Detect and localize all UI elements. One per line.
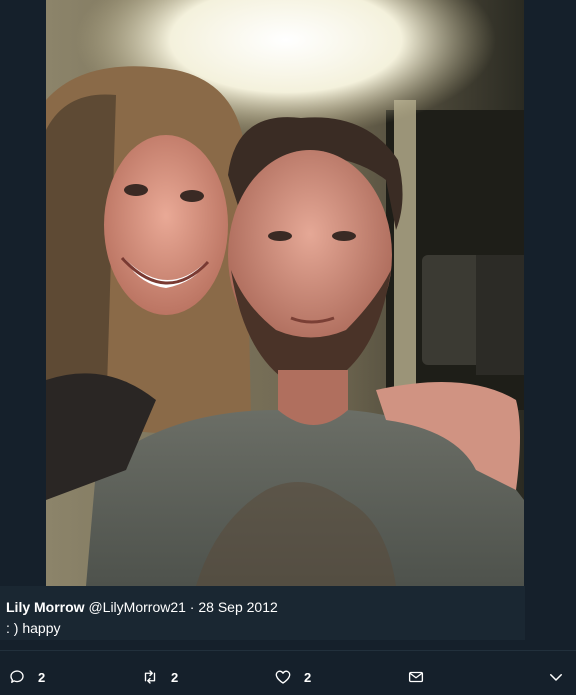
tweet-date[interactable]: 28 Sep 2012: [198, 599, 277, 615]
chevron-down-icon: [547, 668, 565, 686]
retweet-button[interactable]: 2: [141, 666, 178, 688]
envelope-icon: [407, 668, 425, 686]
share-button[interactable]: [407, 666, 425, 688]
like-count: 2: [304, 669, 312, 685]
meta-separator: ·: [185, 599, 199, 615]
tweet-photo[interactable]: [46, 0, 524, 586]
reply-button[interactable]: 2: [8, 666, 45, 688]
retweet-icon: [141, 668, 159, 686]
divider: [0, 650, 576, 651]
reply-count: 2: [38, 669, 46, 685]
heart-icon: [274, 668, 292, 686]
tweet-meta: Lily Morrow @LilyMorrow21 · 28 Sep 2012: [6, 599, 278, 616]
like-button[interactable]: 2: [274, 666, 311, 688]
retweet-count: 2: [171, 669, 179, 685]
reply-icon: [8, 668, 26, 686]
author-handle[interactable]: @LilyMorrow21: [88, 599, 185, 615]
selfie-image: [46, 0, 524, 586]
tweet-text: : ) happy: [6, 620, 61, 636]
more-options-button[interactable]: [547, 666, 565, 688]
author-name[interactable]: Lily Morrow: [6, 599, 85, 615]
tweet-viewer: Lily Morrow @LilyMorrow21 · 28 Sep 2012 …: [0, 0, 576, 695]
